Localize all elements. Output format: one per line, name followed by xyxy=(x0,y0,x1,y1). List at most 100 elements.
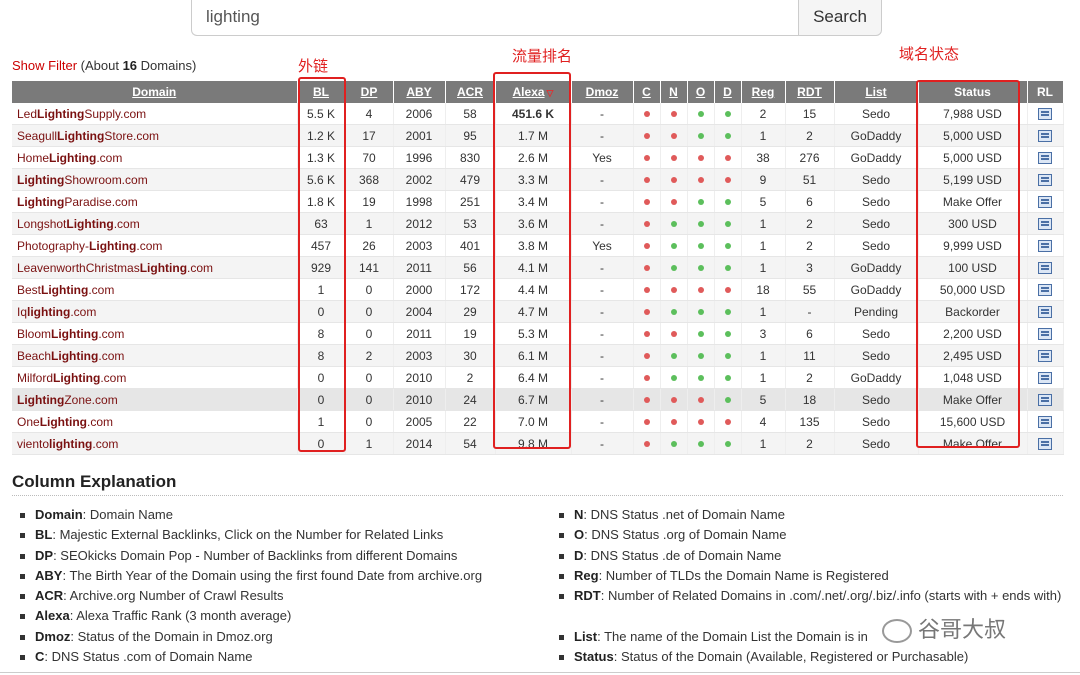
cell-domain[interactable]: Photography-Lighting.com xyxy=(12,234,298,257)
cell-domain[interactable]: LongshotLighting.com xyxy=(12,212,298,235)
cell-bl[interactable]: 0 xyxy=(297,366,346,389)
cell-domain[interactable]: LightingZone.com xyxy=(12,388,298,411)
cell-rl[interactable] xyxy=(1027,190,1064,213)
cell-domain[interactable]: LightingParadise.com xyxy=(12,190,298,213)
cell-rl[interactable] xyxy=(1027,234,1064,257)
cell-status[interactable]: 9,999 USD xyxy=(918,234,1028,257)
show-filter-link[interactable]: Show Filter xyxy=(12,58,77,73)
cell-status[interactable]: Backorder xyxy=(918,300,1028,323)
search-button[interactable]: Search xyxy=(798,0,882,36)
cell-status[interactable]: 2,200 USD xyxy=(918,322,1028,345)
cell-status[interactable]: Make Offer xyxy=(918,388,1028,411)
related-links-icon[interactable] xyxy=(1038,306,1052,319)
related-links-icon[interactable] xyxy=(1038,328,1052,341)
cell-domain[interactable]: BloomLighting.com xyxy=(12,322,298,345)
dns-green-dot-icon xyxy=(724,375,731,382)
cell-domain[interactable]: OneLighting.com xyxy=(12,410,298,433)
cell-rl[interactable] xyxy=(1027,212,1064,235)
col-bl[interactable]: BL xyxy=(297,81,346,103)
cell-rl[interactable] xyxy=(1027,168,1064,191)
cell-domain[interactable]: Iqlighting.com xyxy=(12,300,298,323)
col-aby[interactable]: ABY xyxy=(393,81,446,103)
related-links-icon[interactable] xyxy=(1038,372,1052,385)
cell-domain[interactable]: SeagullLightingStore.com xyxy=(12,124,298,147)
related-links-icon[interactable] xyxy=(1038,438,1052,451)
col-dp[interactable]: DP xyxy=(345,81,394,103)
cell-status[interactable]: 50,000 USD xyxy=(918,278,1028,301)
related-links-icon[interactable] xyxy=(1038,394,1052,407)
col-d[interactable]: D xyxy=(714,81,742,103)
related-links-icon[interactable] xyxy=(1038,196,1052,209)
col-dmoz[interactable]: Dmoz xyxy=(571,81,634,103)
related-links-icon[interactable] xyxy=(1038,350,1052,363)
cell-bl[interactable]: 1 xyxy=(297,278,346,301)
cell-status[interactable]: 5,000 USD xyxy=(918,146,1028,169)
cell-status[interactable]: 300 USD xyxy=(918,212,1028,235)
cell-bl[interactable]: 1 xyxy=(297,410,346,433)
col-n[interactable]: N xyxy=(660,81,688,103)
search-input[interactable] xyxy=(191,0,799,36)
cell-status[interactable]: 5,199 USD xyxy=(918,168,1028,191)
related-links-icon[interactable] xyxy=(1038,218,1052,231)
cell-status[interactable]: 7,988 USD xyxy=(918,103,1028,125)
cell-rl[interactable] xyxy=(1027,146,1064,169)
cell-bl[interactable]: 929 xyxy=(297,256,346,279)
cell-rl[interactable] xyxy=(1027,278,1064,301)
cell-rl[interactable] xyxy=(1027,103,1064,125)
cell-rl[interactable] xyxy=(1027,388,1064,411)
cell-domain[interactable]: MilfordLighting.com xyxy=(12,366,298,389)
cell-domain[interactable]: LightingShowroom.com xyxy=(12,168,298,191)
cell-domain[interactable]: BestLighting.com xyxy=(12,278,298,301)
cell-domain[interactable]: BeachLighting.com xyxy=(12,344,298,367)
cell-bl[interactable]: 0 xyxy=(297,300,346,323)
col-alexa[interactable]: Alexa ▽ xyxy=(495,81,572,103)
cell-acr: 401 xyxy=(445,234,496,257)
cell-bl[interactable]: 0 xyxy=(297,432,346,455)
col-reg[interactable]: Reg xyxy=(741,81,786,103)
col-o[interactable]: O xyxy=(687,81,715,103)
cell-bl[interactable]: 63 xyxy=(297,212,346,235)
cell-domain[interactable]: LeavenworthChristmasLighting.com xyxy=(12,256,298,279)
cell-status[interactable]: Make Offer xyxy=(918,432,1028,455)
cell-bl[interactable]: 1.2 K xyxy=(297,124,346,147)
related-links-icon[interactable] xyxy=(1038,174,1052,187)
cell-status[interactable]: 15,600 USD xyxy=(918,410,1028,433)
cell-bl[interactable]: 5.6 K xyxy=(297,168,346,191)
cell-bl[interactable]: 0 xyxy=(297,388,346,411)
cell-status[interactable]: 2,495 USD xyxy=(918,344,1028,367)
cell-rl[interactable] xyxy=(1027,366,1064,389)
related-links-icon[interactable] xyxy=(1038,130,1052,143)
cell-bl[interactable]: 1.8 K xyxy=(297,190,346,213)
cell-rl[interactable] xyxy=(1027,344,1064,367)
cell-rl[interactable] xyxy=(1027,322,1064,345)
col-c[interactable]: C xyxy=(633,81,661,103)
related-links-icon[interactable] xyxy=(1038,284,1052,297)
col-acr[interactable]: ACR xyxy=(445,81,496,103)
related-links-icon[interactable] xyxy=(1038,262,1052,275)
cell-bl[interactable]: 1.3 K xyxy=(297,146,346,169)
cell-bl[interactable]: 457 xyxy=(297,234,346,257)
col-domain[interactable]: Domain xyxy=(12,81,298,103)
cell-status[interactable]: Make Offer xyxy=(918,190,1028,213)
cell-alexa: 7.0 M xyxy=(495,410,572,433)
cell-bl[interactable]: 8 xyxy=(297,344,346,367)
cell-rl[interactable] xyxy=(1027,432,1064,455)
cell-rl[interactable] xyxy=(1027,256,1064,279)
cell-domain[interactable]: vientolighting.com xyxy=(12,432,298,455)
cell-status[interactable]: 100 USD xyxy=(918,256,1028,279)
cell-domain[interactable]: HomeLighting.com xyxy=(12,146,298,169)
cell-bl[interactable]: 5.5 K xyxy=(297,103,346,125)
related-links-icon[interactable] xyxy=(1038,240,1052,253)
related-links-icon[interactable] xyxy=(1038,108,1052,121)
cell-status[interactable]: 5,000 USD xyxy=(918,124,1028,147)
col-list[interactable]: List xyxy=(834,81,919,103)
col-rdt[interactable]: RDT xyxy=(785,81,835,103)
cell-domain[interactable]: LedLightingSupply.com xyxy=(12,103,298,125)
related-links-icon[interactable] xyxy=(1038,152,1052,165)
cell-status[interactable]: 1,048 USD xyxy=(918,366,1028,389)
cell-rl[interactable] xyxy=(1027,410,1064,433)
cell-rl[interactable] xyxy=(1027,300,1064,323)
cell-rl[interactable] xyxy=(1027,124,1064,147)
related-links-icon[interactable] xyxy=(1038,416,1052,429)
cell-bl[interactable]: 8 xyxy=(297,322,346,345)
